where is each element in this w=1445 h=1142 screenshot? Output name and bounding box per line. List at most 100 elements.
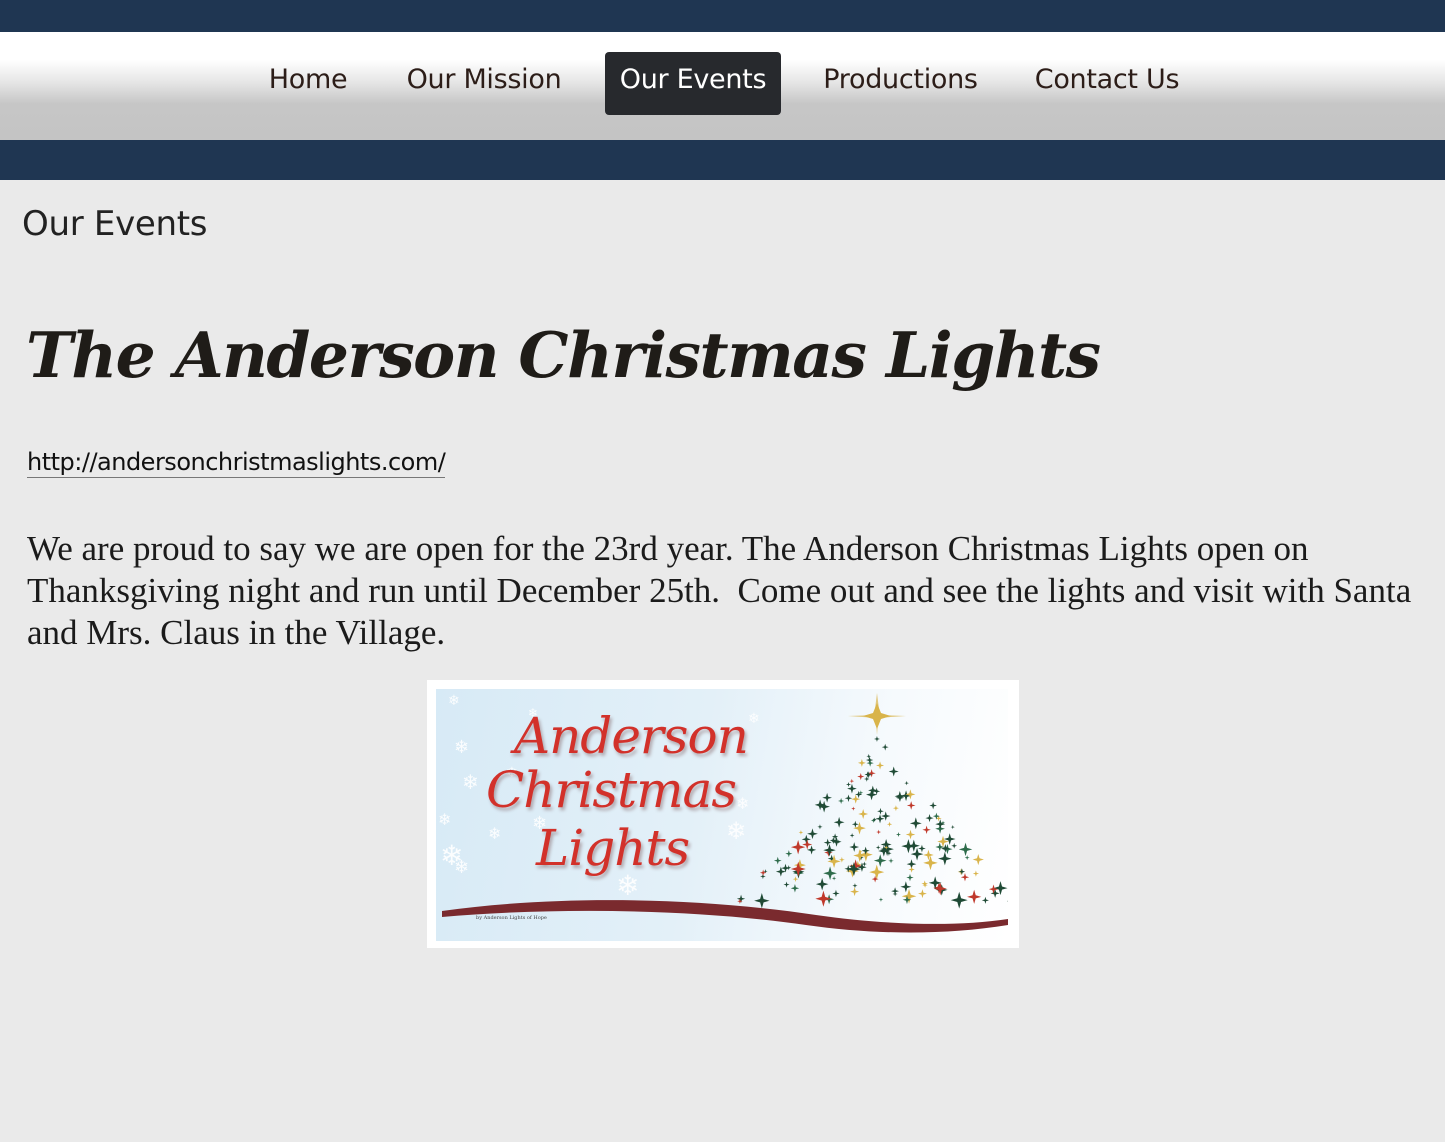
sparkle-icon [904, 780, 909, 786]
sparkle-icon [906, 873, 914, 882]
sparkle-icon [792, 876, 799, 882]
sparkle-icon [878, 897, 884, 902]
sparkle-icon [925, 814, 934, 823]
sparkle-icon [876, 761, 885, 770]
tree-sparkles [736, 736, 1008, 909]
sparkle-icon [815, 877, 829, 891]
nav-our-mission[interactable]: Our Mission [394, 52, 574, 115]
sparkle-icon [900, 881, 912, 893]
event-website-link[interactable]: http://andersonchristmaslights.com/ [27, 448, 446, 478]
sparkle-icon [864, 771, 871, 778]
sparkle-icon [896, 832, 901, 837]
sparkle-icon [852, 883, 858, 889]
sparkle-icon [905, 829, 916, 840]
sparkle-icon [850, 887, 860, 897]
banner-title-line-1: Anderson [514, 707, 749, 765]
svg-text:❄: ❄ [462, 770, 479, 794]
svg-text:❄: ❄ [438, 810, 451, 829]
sparkle-icon [918, 889, 927, 899]
sparkle-icon [958, 868, 966, 875]
sparkle-icon [876, 829, 882, 835]
sparkle-icon [874, 736, 880, 742]
svg-text:❄: ❄ [454, 737, 469, 758]
sparkle-icon [849, 778, 855, 784]
sparkle-icon [845, 781, 851, 787]
svg-text:❄: ❄ [726, 817, 746, 845]
sparkle-icon [817, 824, 823, 830]
sparkle-icon [875, 845, 881, 850]
sparkle-icon [873, 854, 887, 867]
sparkle-icon [940, 843, 950, 853]
sparkle-icon [868, 785, 878, 796]
sparkle-icon [907, 839, 920, 852]
sparkle-icon [929, 801, 937, 810]
sparkle-icon [838, 797, 845, 805]
sparkle-icon [869, 864, 885, 880]
page-title: Our Events [22, 204, 208, 244]
sparkle-icon [790, 883, 800, 893]
top-band [0, 0, 1445, 32]
sparkle-icon [857, 772, 865, 781]
nav-contact-us[interactable]: Contact Us [1022, 52, 1192, 115]
sparkle-icon [827, 854, 841, 869]
header-bottom-band [0, 140, 1445, 180]
sparkle-icon [964, 855, 970, 861]
sparkle-icon [754, 892, 770, 909]
sparkle-icon [950, 891, 968, 909]
sparkle-icon [823, 843, 836, 857]
sparkle-icon [923, 855, 938, 871]
sparkle-icon [866, 759, 874, 767]
sparkle-icon [972, 870, 980, 877]
nav-home[interactable]: Home [252, 52, 364, 115]
nav-our-events[interactable]: Our Events [605, 52, 781, 115]
sparkle-icon [785, 850, 793, 858]
sparkle-icon [857, 758, 866, 767]
sparkle-icon [790, 861, 806, 877]
sparkle-icon [806, 845, 817, 855]
sparkle-icon [891, 887, 900, 896]
sparkle-icon [908, 866, 915, 873]
svg-text:❄: ❄ [448, 693, 460, 709]
sparkle-icon [851, 820, 859, 828]
sparkle-icon [938, 851, 952, 866]
sparkle-icon [901, 888, 917, 904]
sparkle-icon [877, 807, 884, 815]
banner-artwork: ❄ ❄ ❄ ❄ ❄ ❄ ❄ ❄ ❄ ❄ ❄ ❄ ❄ ❄ Anderson Chr… [436, 689, 1008, 941]
sparkle-icon [886, 821, 893, 827]
sparkle-icon [786, 865, 792, 871]
sparkle-icon [958, 842, 973, 857]
svg-text:❄: ❄ [748, 711, 760, 727]
main-navigation: Home Our Mission Our Events Productions … [0, 32, 1445, 140]
sparkle-icon [888, 766, 899, 777]
sparkle-icon [895, 793, 905, 803]
sparkle-icon [943, 833, 956, 845]
sparkle-icon [807, 828, 818, 840]
sparkle-icon [988, 884, 999, 894]
nav-productions[interactable]: Productions [812, 52, 989, 115]
sparkle-icon [922, 825, 931, 834]
banner-title-line-2: Christmas [486, 761, 737, 819]
sparkle-icon [909, 817, 922, 830]
sparkle-icon [881, 743, 889, 751]
sparkle-icon [815, 890, 832, 907]
svg-text:❄: ❄ [488, 824, 501, 843]
sparkle-icon [873, 787, 881, 795]
sparkle-icon [832, 889, 840, 898]
sparkle-icon [1007, 900, 1008, 902]
sparkle-icon [736, 894, 746, 903]
sparkle-icon [849, 842, 860, 852]
event-banner-image: ❄ ❄ ❄ ❄ ❄ ❄ ❄ ❄ ❄ ❄ ❄ ❄ ❄ ❄ Anderson Chr… [427, 680, 1019, 948]
sparkle-icon [950, 825, 955, 830]
sparkle-icon [990, 888, 1000, 898]
sparkle-icon [972, 853, 984, 866]
sparkle-icon [822, 792, 832, 803]
sparkle-icon [844, 794, 853, 802]
event-description: We are proud to say we are open for the … [27, 529, 1420, 652]
svg-text:❄: ❄ [736, 794, 749, 813]
banner-credit: by Anderson Lights of Hope [476, 915, 547, 921]
sparkle-icon [967, 889, 982, 904]
sparkle-icon [866, 753, 872, 759]
sparkle-icon [849, 833, 855, 838]
sparkle-icon [851, 806, 856, 811]
sparkle-icon [831, 876, 837, 881]
